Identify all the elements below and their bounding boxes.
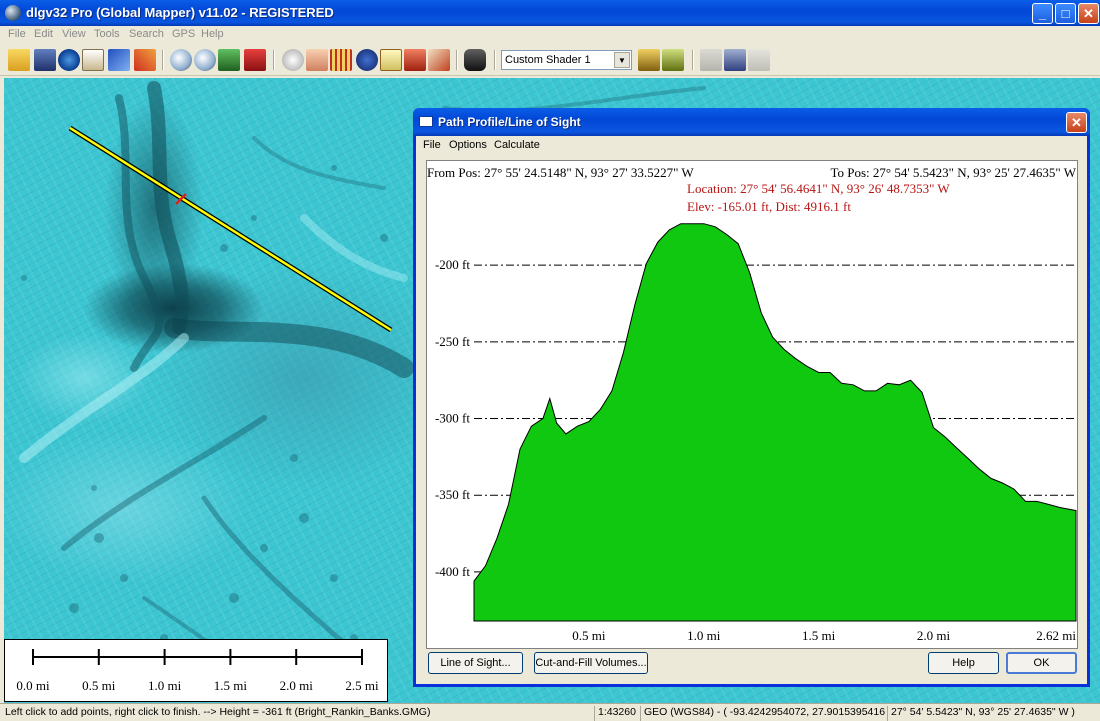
x-tick-label: 1.0 mi	[687, 628, 721, 643]
measure-icon[interactable]	[330, 49, 352, 71]
pan-hand-icon[interactable]	[306, 49, 328, 71]
dialog-menu-options[interactable]: Options	[449, 139, 487, 151]
dialog-close-button[interactable]: ✕	[1066, 112, 1087, 133]
binoculars-icon[interactable]	[464, 49, 486, 71]
digitizer-icon[interactable]	[724, 49, 746, 71]
globe-icon[interactable]	[58, 49, 80, 71]
toolbar: Custom Shader 1 ▼	[0, 45, 1100, 76]
home-icon[interactable]	[244, 49, 266, 71]
3d-view-icon[interactable]	[662, 49, 684, 71]
toolbar-separator	[273, 50, 275, 70]
toolbar-separator	[494, 50, 496, 70]
app-globe-icon[interactable]	[5, 5, 21, 21]
menu-help[interactable]: Help	[201, 28, 224, 40]
scale-label: 0.0 mi	[16, 678, 50, 693]
minimize-button[interactable]: _	[1032, 3, 1053, 24]
3d-icon[interactable]	[404, 49, 426, 71]
status-position: 27° 54' 5.5423" N, 93° 25' 27.4635" W )	[887, 706, 1098, 721]
dialog-title-bar[interactable]: Path Profile/Line of Sight ✕	[413, 108, 1090, 136]
scale-label: 2.5 mi	[345, 678, 379, 693]
full-view-icon[interactable]	[218, 49, 240, 71]
shader-select-value: Custom Shader 1	[505, 54, 591, 66]
path-profile-dialog: Path Profile/Line of Sight ✕ File Option…	[413, 108, 1090, 687]
y-tick-label: -250 ft	[435, 334, 470, 349]
profile-chart: From Pos: 27° 55' 24.5148" N, 93° 27' 33…	[427, 165, 1077, 643]
toolbar-separator	[692, 50, 694, 70]
x-tick-label: 2.62 mi	[1036, 628, 1076, 643]
dialog-title: Path Profile/Line of Sight	[438, 115, 581, 129]
tools-icon[interactable]	[108, 49, 130, 71]
to-pos-text: To Pos: 27° 54' 5.5423" N, 93° 25' 27.46…	[830, 165, 1076, 180]
menu-tools[interactable]: Tools	[94, 28, 120, 40]
zoom-tool-icon[interactable]	[282, 49, 304, 71]
cut-fill-volumes-button[interactable]: Cut-and-Fill Volumes...	[534, 652, 648, 674]
scale-label: 2.0 mi	[280, 678, 314, 693]
menu-bar: File Edit View Tools Search GPS Help	[0, 26, 1100, 44]
y-tick-label: -350 ft	[435, 487, 470, 502]
maximize-button[interactable]: □	[1055, 3, 1076, 24]
location-text: Location: 27° 54' 56.4641" N, 93° 26' 48…	[687, 181, 950, 196]
toolbar-separator	[162, 50, 164, 70]
config-icon[interactable]	[134, 49, 156, 71]
from-pos-text: From Pos: 27° 55' 24.5148" N, 93° 27' 33…	[427, 165, 694, 180]
x-tick-label: 1.5 mi	[802, 628, 836, 643]
dialog-menu-file[interactable]: File	[423, 139, 441, 151]
draw-icon[interactable]	[428, 49, 450, 71]
dialog-window-icon	[419, 116, 433, 127]
menu-edit[interactable]: Edit	[34, 28, 53, 40]
scale-label: 1.0 mi	[148, 678, 182, 693]
elev-dist-text: Elev: -165.01 ft, Dist: 4916.1 ft	[687, 199, 851, 214]
info-icon[interactable]	[356, 49, 378, 71]
title-bar[interactable]: dlgv32 Pro (Global Mapper) v11.02 - REGI…	[0, 0, 1100, 26]
dialog-menu-calculate[interactable]: Calculate	[494, 139, 540, 151]
line-of-sight-button[interactable]: Line of Sight...	[428, 652, 523, 674]
y-tick-label: -300 ft	[435, 411, 470, 426]
path-profile-icon[interactable]	[380, 49, 402, 71]
help-button[interactable]: Help	[928, 652, 999, 674]
app-window: dlgv32 Pro (Global Mapper) v11.02 - REGI…	[0, 0, 1100, 721]
status-hint: Left click to add points, right click to…	[5, 706, 431, 718]
status-bar: Left click to add points, right click to…	[0, 703, 1100, 721]
x-tick-label: 2.0 mi	[917, 628, 951, 643]
shader-options-icon[interactable]	[638, 49, 660, 71]
layers-icon[interactable]	[82, 49, 104, 71]
chevron-down-icon[interactable]: ▼	[614, 52, 630, 68]
scale-bar: 0.0 mi 0.5 mi 1.0 mi 1.5 mi 2.0 mi 2.5 mi	[4, 639, 388, 702]
menu-view[interactable]: View	[62, 28, 86, 40]
y-tick-label: -400 ft	[435, 564, 470, 579]
menu-file[interactable]: File	[8, 28, 26, 40]
status-projection: GEO (WGS84) - ( -93.4242954072, 27.90153…	[640, 706, 885, 721]
gps-icon[interactable]	[748, 49, 770, 71]
close-button[interactable]: ✕	[1078, 3, 1099, 24]
scale-label: 1.5 mi	[214, 678, 248, 693]
shader-select[interactable]: Custom Shader 1 ▼	[501, 50, 632, 70]
scale-label: 0.5 mi	[82, 678, 116, 693]
profile-area	[473, 223, 1077, 622]
status-scale: 1:43260	[594, 706, 638, 721]
profile-path-line[interactable]	[69, 126, 392, 332]
open-icon[interactable]	[8, 49, 30, 71]
scale-bar-graphic: 0.0 mi 0.5 mi 1.0 mi 1.5 mi 2.0 mi 2.5 mi	[16, 649, 379, 693]
zoom-in-icon[interactable]	[170, 49, 192, 71]
ok-button[interactable]: OK	[1006, 652, 1077, 674]
x-tick-label: 0.5 mi	[572, 628, 606, 643]
dialog-menu-bar: File Options Calculate	[416, 136, 1087, 154]
y-tick-label: -200 ft	[435, 257, 470, 272]
save-icon[interactable]	[34, 49, 56, 71]
toolbar-separator	[456, 50, 458, 70]
menu-gps[interactable]: GPS	[172, 28, 195, 40]
menu-search[interactable]: Search	[129, 28, 164, 40]
window-title: dlgv32 Pro (Global Mapper) v11.02 - REGI…	[26, 5, 334, 20]
zoom-out-icon[interactable]	[194, 49, 216, 71]
profile-plot[interactable]: From Pos: 27° 55' 24.5148" N, 93° 27' 33…	[426, 160, 1078, 649]
feature-info-icon[interactable]	[700, 49, 722, 71]
